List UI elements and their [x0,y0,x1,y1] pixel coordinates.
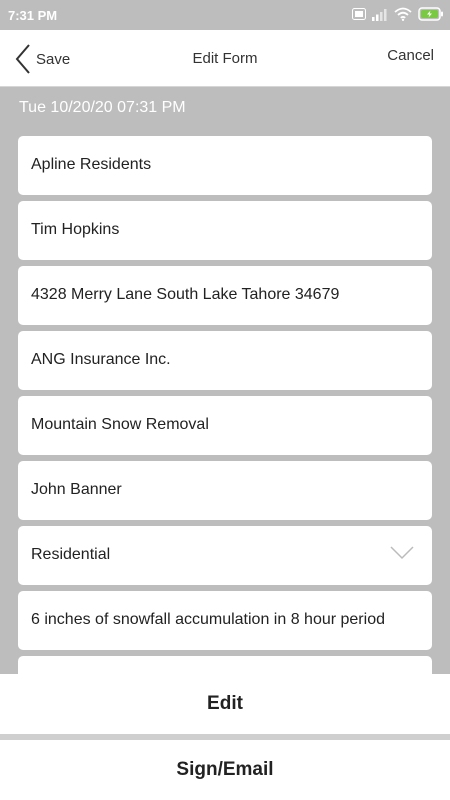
sign-email-button[interactable]: Sign/Email [0,740,450,800]
field-value: 6 inches of snowfall accumulation in 8 h… [31,611,385,628]
field-value: Tim Hopkins [31,221,120,238]
field-value: John Banner [31,481,122,498]
field-value: ANG Insurance Inc. [31,351,171,368]
save-back-button[interactable]: Save [14,43,70,75]
form-date: Tue 10/20/20 07:31 PM [19,99,186,116]
field-inspector[interactable]: John Banner [18,461,432,520]
field-community[interactable]: Apline Residents [18,136,432,195]
cancel-button[interactable]: Cancel [387,47,434,64]
battery-charging-icon [418,7,443,21]
signal-icon [372,8,387,21]
field-contractor[interactable]: Mountain Snow Removal [18,396,432,455]
field-value: Residential [31,546,111,563]
field-address[interactable]: 4328 Merry Lane South Lake Tahore 34679 [18,266,432,325]
status-bar: 7:31 PM [0,0,450,30]
form-scroll-area[interactable]: Tue 10/20/20 07:31 PM Apline Residents T… [0,87,450,674]
status-time: 7:31 PM [8,8,58,23]
field-description[interactable]: 6 inches of snowfall accumulation in 8 h… [18,591,432,650]
wifi-icon [394,7,412,21]
chevron-down-icon [390,546,414,560]
field-value: Apline Residents [31,156,152,173]
field-value: Mountain Snow Removal [31,416,209,433]
field-contact-name[interactable]: Tim Hopkins [18,201,432,260]
form-fields: Apline Residents Tim Hopkins 4328 Merry … [18,136,432,674]
chevron-left-icon [15,44,30,74]
volte-icon [352,8,366,20]
nav-header: Save Edit Form Cancel [0,30,450,87]
edit-button[interactable]: Edit [0,674,450,734]
field-next[interactable] [18,656,432,674]
status-icons [352,7,444,21]
field-value: 4328 Merry Lane South Lake Tahore 34679 [31,286,340,303]
field-property-type-select[interactable]: Residential [18,526,432,585]
save-label: Save [36,50,71,68]
field-insurance[interactable]: ANG Insurance Inc. [18,331,432,390]
